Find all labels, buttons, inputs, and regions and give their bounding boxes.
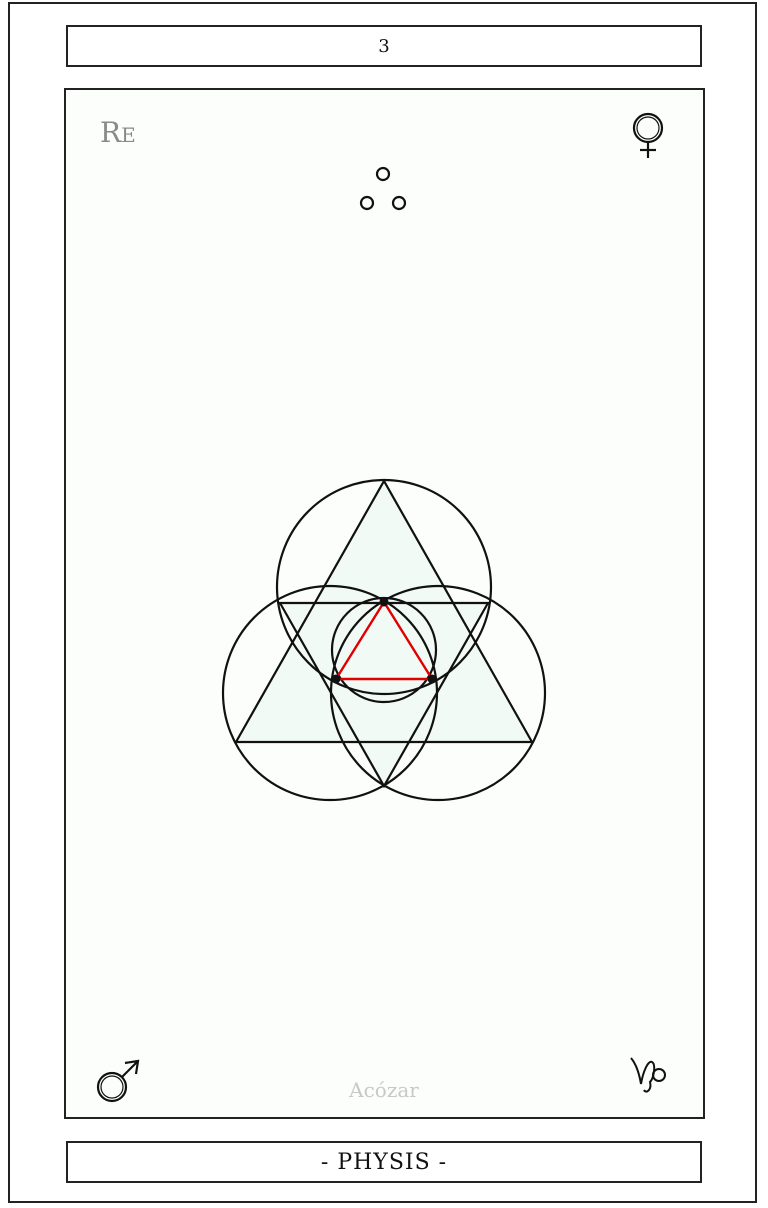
mars-symbol-icon: [96, 1059, 140, 1103]
capricorn-symbol-icon: [630, 1057, 666, 1093]
three-dots-triangle-icon: [359, 166, 407, 211]
vertex-dot-top: [379, 597, 389, 607]
card-title-box: - PHYSIS -: [66, 1141, 702, 1183]
vertex-dot-left: [331, 674, 341, 684]
card-title: - PHYSIS -: [320, 1149, 448, 1175]
vertex-dot-right: [427, 674, 437, 684]
central-geometry: [221, 478, 547, 802]
venus-symbol-icon: [632, 112, 664, 158]
card-artwork: [96, 112, 666, 1103]
